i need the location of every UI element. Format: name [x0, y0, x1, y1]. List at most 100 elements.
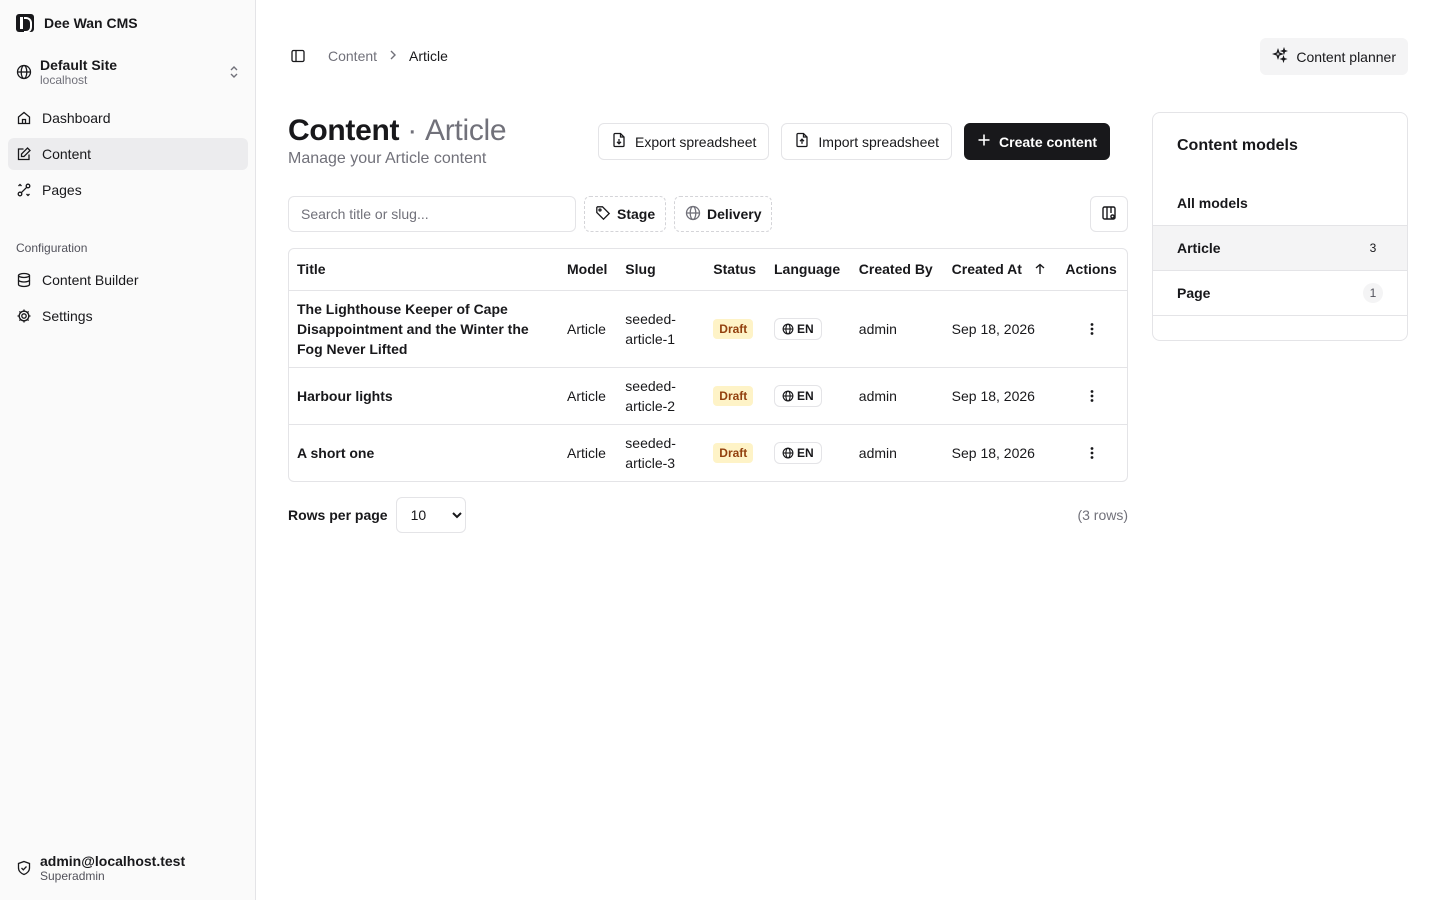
- shield-check-icon: [16, 860, 32, 876]
- breadcrumb-current: Article: [409, 48, 448, 64]
- model-item-article[interactable]: Article 3: [1153, 226, 1407, 271]
- row-language: EN: [766, 367, 851, 425]
- content-planner-label: Content planner: [1296, 48, 1396, 65]
- row-status: Draft: [705, 367, 766, 425]
- more-vertical-icon[interactable]: [1065, 321, 1119, 337]
- status-badge: Draft: [713, 319, 754, 339]
- edit-icon: [16, 146, 32, 162]
- header-actions: Export spreadsheet Import spreadsheet Cr…: [598, 123, 1111, 160]
- chevron-right-icon: [387, 48, 399, 64]
- rows-per-page-select[interactable]: 10: [395, 497, 466, 533]
- user-role: Superadmin: [40, 869, 105, 883]
- column-header-actions: Actions: [1057, 249, 1127, 291]
- user-menu[interactable]: admin@localhost.test Superadmin: [8, 848, 248, 888]
- gear-icon: [16, 308, 32, 324]
- column-header-title[interactable]: Title: [289, 249, 559, 291]
- column-header-language[interactable]: Language: [766, 249, 851, 291]
- sidebar-toggle-icon[interactable]: [288, 46, 308, 66]
- plus-icon: [977, 133, 991, 150]
- table-row[interactable]: The Lighthouse Keeper of Cape Disappoint…: [289, 290, 1127, 368]
- chevrons-up-down-icon: [228, 64, 240, 80]
- row-count: (3 rows): [1077, 507, 1128, 523]
- column-header-created-by[interactable]: Created By: [850, 249, 944, 291]
- language-code: EN: [797, 445, 814, 460]
- nav-item-dashboard[interactable]: Dashboard: [8, 102, 248, 134]
- content-models-list: All models Article 3 Page 1: [1153, 181, 1407, 316]
- row-actions: [1057, 367, 1127, 425]
- site-name: Default Site: [40, 57, 118, 73]
- model-count-badge: 3: [1369, 241, 1377, 255]
- nav-item-label: Pages: [42, 182, 82, 198]
- breadcrumb-content[interactable]: Content: [328, 48, 377, 64]
- page-subtitle: Manage your Article content: [288, 150, 487, 167]
- column-header-model[interactable]: Model: [559, 249, 618, 291]
- nav-item-content[interactable]: Content: [8, 138, 248, 170]
- row-title[interactable]: Harbour lights: [289, 367, 559, 425]
- export-label: Export spreadsheet: [635, 133, 757, 150]
- table-row[interactable]: Harbour lights Article seeded-article-2 …: [289, 367, 1127, 425]
- row-actions: [1057, 424, 1127, 481]
- row-slug: seeded-article-1: [617, 290, 706, 368]
- import-spreadsheet-button[interactable]: Import spreadsheet: [781, 123, 953, 160]
- content-planner-button[interactable]: Content planner: [1260, 38, 1408, 75]
- row-slug: seeded-article-3: [617, 424, 705, 481]
- model-item-page[interactable]: Page 1: [1153, 271, 1407, 316]
- globe-icon: [16, 64, 32, 80]
- page-title: Content · Article: [288, 114, 507, 148]
- row-created-by: admin: [858, 444, 897, 461]
- model-item-label: Page: [1177, 285, 1211, 301]
- model-item-all[interactable]: All models: [1153, 181, 1407, 226]
- globe-icon: [782, 390, 794, 401]
- export-spreadsheet-button[interactable]: Export spreadsheet: [598, 123, 770, 160]
- row-model: Article: [559, 367, 618, 425]
- row-title[interactable]: The Lighthouse Keeper of Cape Disappoint…: [289, 290, 559, 368]
- breadcrumb: Content Article: [328, 48, 448, 64]
- row-language: EN: [766, 424, 851, 481]
- nav-item-pages[interactable]: Pages: [8, 174, 248, 206]
- search-input[interactable]: [288, 196, 576, 232]
- config-nav: Content Builder Settings: [8, 264, 248, 336]
- site-switcher[interactable]: Default Site localhost: [8, 50, 248, 94]
- row-created-at: Sep 18, 2026: [951, 444, 1035, 461]
- more-vertical-icon[interactable]: [1065, 388, 1119, 404]
- create-content-button[interactable]: Create content: [964, 123, 1111, 160]
- page-title-main: Content: [288, 114, 400, 147]
- logo-icon: [16, 14, 34, 33]
- row-created-by: admin: [850, 290, 944, 368]
- row-title[interactable]: A short one: [289, 424, 559, 481]
- nav-item-label: Dashboard: [42, 110, 111, 126]
- column-header-created-at[interactable]: Created At: [943, 249, 1058, 291]
- topbar: Content Article Content planner: [288, 38, 1408, 75]
- site-host: localhost: [40, 73, 88, 87]
- globe-icon: [782, 323, 794, 334]
- column-header-status[interactable]: Status: [705, 249, 766, 291]
- database-icon: [16, 272, 32, 288]
- file-export-icon: [611, 132, 627, 151]
- sidebar: Dee Wan CMS Default Site localhost Dashb…: [0, 0, 256, 900]
- import-label: Import spreadsheet: [818, 133, 940, 150]
- content-models-title: Content models: [1177, 137, 1298, 154]
- home-icon: [16, 110, 32, 126]
- delivery-filter[interactable]: Delivery: [674, 196, 773, 232]
- delivery-filter-label: Delivery: [707, 206, 762, 222]
- content-table: Title Model Slug Status Language Created…: [288, 248, 1128, 482]
- stage-filter-label: Stage: [617, 206, 656, 222]
- row-created-at: Sep 18, 2026: [943, 290, 1058, 368]
- nav-item-label: Settings: [42, 308, 93, 324]
- page-title-separator: ·: [407, 114, 417, 147]
- language-badge: EN: [774, 317, 822, 340]
- file-import-icon: [794, 132, 810, 151]
- more-vertical-icon[interactable]: [1065, 445, 1119, 461]
- tag-icon: [595, 205, 611, 224]
- column-settings-button[interactable]: [1090, 196, 1128, 232]
- rows-per-page-label: Rows per page: [288, 507, 388, 523]
- create-label: Create content: [999, 133, 1098, 150]
- nav-item-settings[interactable]: Settings: [8, 300, 248, 332]
- stage-filter[interactable]: Stage: [584, 196, 667, 232]
- column-header-slug[interactable]: Slug: [617, 249, 706, 291]
- nav-item-label: Content Builder: [42, 272, 139, 288]
- nav-item-content-builder[interactable]: Content Builder: [8, 264, 248, 296]
- row-slug-text: seeded-article-3: [625, 434, 676, 471]
- table-row[interactable]: A short one Article seeded-article-3 Dra…: [289, 424, 1127, 481]
- brand[interactable]: Dee Wan CMS: [16, 14, 138, 33]
